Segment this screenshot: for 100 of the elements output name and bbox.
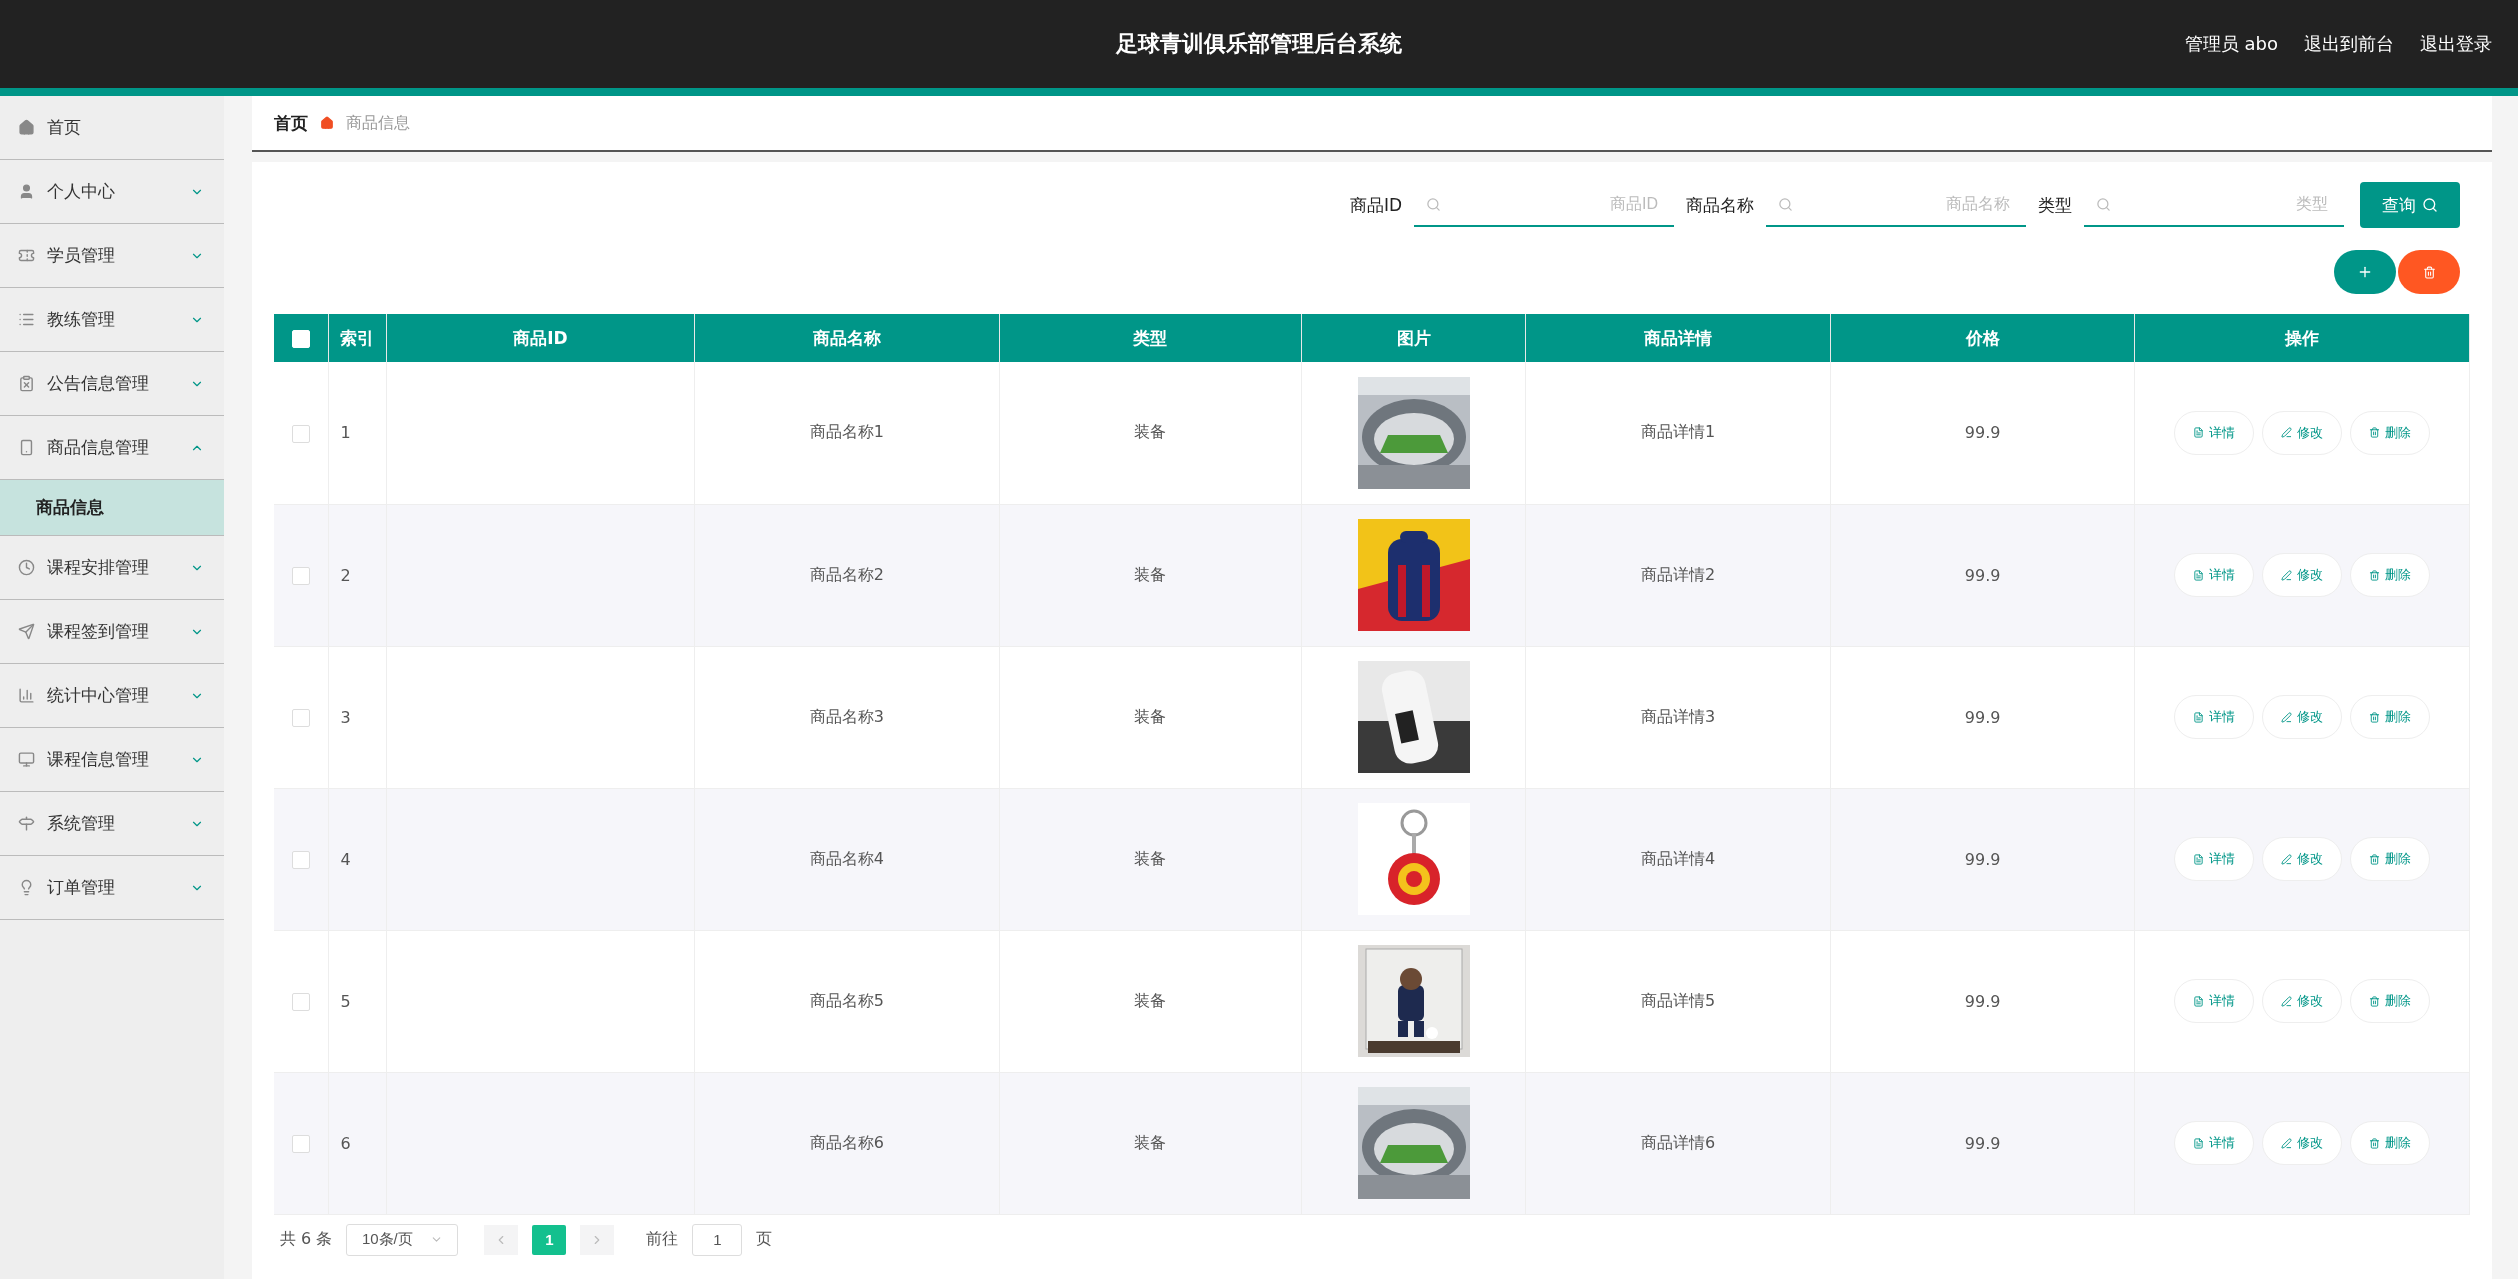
checkbox[interactable] xyxy=(291,850,310,869)
delete-button[interactable]: 删除 xyxy=(2350,1121,2431,1165)
sidebar-item[interactable]: 课程签到管理 xyxy=(0,600,224,664)
list-icon xyxy=(18,311,35,328)
table-cell: 商品名称4 xyxy=(694,788,1000,930)
pen-icon xyxy=(2281,995,2293,1007)
sidebar-item[interactable]: 系统管理 xyxy=(0,792,224,856)
table-cell: 3 xyxy=(328,646,387,788)
edit-button[interactable]: 修改 xyxy=(2262,1121,2343,1165)
edit-button[interactable]: 修改 xyxy=(2262,410,2343,455)
table-cell: 商品名称3 xyxy=(694,646,1000,788)
detail-button[interactable]: 详情 xyxy=(2174,1121,2255,1165)
checkbox[interactable] xyxy=(291,1134,310,1153)
table-cell: 装备 xyxy=(999,504,1302,646)
column-header: 价格 xyxy=(1830,314,2135,362)
clipboard-icon xyxy=(18,375,35,392)
column-header: 操作 xyxy=(2134,314,2470,362)
checkbox[interactable] xyxy=(291,424,310,443)
detail-button[interactable]: 详情 xyxy=(2174,410,2255,455)
checkbox[interactable] xyxy=(291,708,310,727)
detail-button[interactable]: 详情 xyxy=(2174,979,2255,1023)
document-icon xyxy=(2193,427,2205,439)
sidebar-label: 商品信息管理 xyxy=(47,436,150,459)
clock-icon xyxy=(18,559,35,576)
search-button[interactable]: 查询 xyxy=(2360,182,2460,228)
sidebar-label: 学员管理 xyxy=(47,244,116,267)
header-link[interactable]: 退出到前台 xyxy=(2304,32,2394,56)
next-page-button[interactable] xyxy=(580,1224,615,1255)
sidebar-label: 系统管理 xyxy=(47,812,116,835)
search-field[interactable]: 商品ID xyxy=(1414,183,1674,227)
table-cell: 2 xyxy=(328,504,387,646)
table-cell: 装备 xyxy=(999,1072,1302,1214)
home-icon xyxy=(18,119,35,136)
column-header: 商品名称 xyxy=(694,314,1000,362)
page-button[interactable]: 1 xyxy=(532,1224,567,1255)
delete-button[interactable]: 删除 xyxy=(2350,553,2431,597)
sidebar-item[interactable]: 学员管理 xyxy=(0,224,224,288)
detail-button[interactable]: 详情 xyxy=(2174,695,2255,739)
add-button[interactable] xyxy=(2334,250,2396,294)
sidebar-label: 个人中心 xyxy=(47,180,116,203)
document-icon xyxy=(2193,711,2205,723)
header-link[interactable]: 退出登录 xyxy=(2420,32,2492,56)
search-field[interactable]: 类型 xyxy=(2084,183,2344,227)
table-cell: 6 xyxy=(328,1072,387,1214)
table-cell: 商品详情4 xyxy=(1525,788,1831,930)
ticket-icon xyxy=(18,247,35,264)
sidebar-item[interactable]: 课程安排管理 xyxy=(0,536,224,600)
delete-button[interactable]: 删除 xyxy=(2350,837,2431,881)
table-cell: 4 xyxy=(328,788,387,930)
monitor-icon xyxy=(18,751,35,768)
pen-icon xyxy=(2281,711,2293,723)
edit-button[interactable]: 修改 xyxy=(2262,695,2343,739)
checkbox[interactable] xyxy=(291,566,310,585)
sidebar-label: 公告信息管理 xyxy=(47,372,150,395)
delete-button[interactable] xyxy=(2398,250,2460,294)
sidebar-item[interactable]: 个人中心 xyxy=(0,160,224,224)
edit-button[interactable]: 修改 xyxy=(2262,837,2343,881)
sidebar-item[interactable]: 首页 xyxy=(0,96,224,160)
sidebar-item[interactable]: 课程信息管理 xyxy=(0,728,224,792)
breadcrumb-link[interactable]: 首页 xyxy=(274,111,308,135)
detail-button[interactable]: 详情 xyxy=(2174,837,2255,881)
pen-icon xyxy=(2281,1137,2293,1149)
column-header: 图片 xyxy=(1301,314,1526,362)
sidebar-item[interactable]: 教练管理 xyxy=(0,288,224,352)
table-cell: 99.9 xyxy=(1830,788,2135,930)
delete-button[interactable]: 删除 xyxy=(2350,695,2431,739)
sidebar-item[interactable]: 统计中心管理 xyxy=(0,664,224,728)
delete-button[interactable]: 删除 xyxy=(2350,410,2431,455)
sidebar-item[interactable]: 订单管理 xyxy=(0,856,224,920)
trash-icon xyxy=(2369,995,2381,1007)
trash-icon xyxy=(2369,1137,2381,1149)
sidebar-subitem[interactable]: 商品信息 xyxy=(0,480,224,536)
checkbox[interactable] xyxy=(291,992,310,1011)
table-cell: 商品名称2 xyxy=(694,504,1000,646)
bar-chart-icon xyxy=(18,687,35,704)
document-icon xyxy=(2193,569,2205,581)
search-field[interactable]: 商品名称 xyxy=(1766,183,2026,227)
page-size-select[interactable]: 10条/页 xyxy=(346,1223,459,1256)
trash-icon xyxy=(2422,265,2436,279)
prev-page-button[interactable] xyxy=(484,1224,519,1255)
pen-icon xyxy=(2281,427,2293,439)
sidebar-label: 课程安排管理 xyxy=(47,556,150,579)
table-cell: 商品名称1 xyxy=(694,362,1000,504)
table-cell: 装备 xyxy=(999,646,1302,788)
document-icon xyxy=(2193,1137,2205,1149)
search-icon xyxy=(2096,197,2111,212)
detail-button[interactable]: 详情 xyxy=(2174,553,2255,597)
search-icon xyxy=(2422,197,2438,213)
trash-icon xyxy=(2369,427,2381,439)
page-input[interactable]: 1 xyxy=(692,1223,743,1256)
sidebar-label: 首页 xyxy=(47,116,82,139)
sidebar-label: 课程签到管理 xyxy=(47,620,150,643)
sidebar-item[interactable]: 公告信息管理 xyxy=(0,352,224,416)
field-label: 商品名称 xyxy=(1686,193,1754,217)
edit-button[interactable]: 修改 xyxy=(2262,979,2343,1023)
breadcrumb-current: 商品信息 xyxy=(346,112,410,134)
home-icon xyxy=(320,116,334,130)
table-cell: 商品详情6 xyxy=(1525,1072,1831,1214)
delete-button[interactable]: 删除 xyxy=(2350,979,2431,1023)
edit-button[interactable]: 修改 xyxy=(2262,553,2343,597)
